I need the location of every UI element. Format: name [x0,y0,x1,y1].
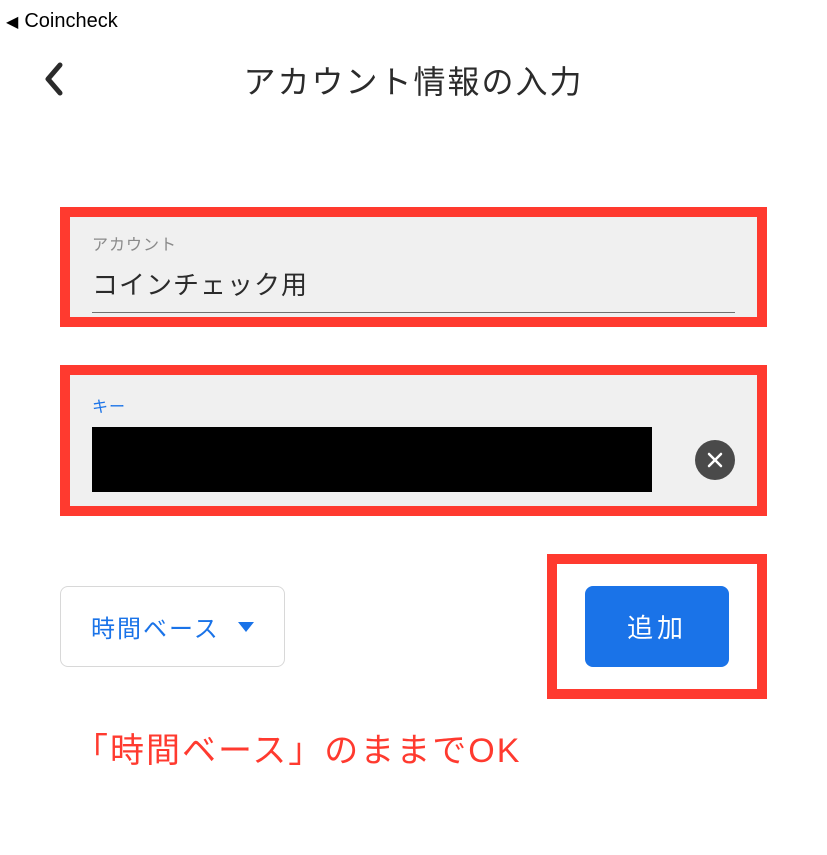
type-dropdown-label: 時間ベース [91,609,220,644]
close-icon [706,451,724,469]
key-field-highlight: キー [60,365,767,516]
account-field-highlight: アカウント コインチェック用 [60,207,767,327]
annotation-text: 「時間ベース」のままでOK [60,723,767,772]
clear-key-button[interactable] [695,440,735,480]
back-button[interactable] [42,61,64,102]
breadcrumb-label: Coincheck [24,10,117,33]
page-header: アカウント情報の入力 [0,43,827,117]
key-field-row [92,427,735,506]
breadcrumb[interactable]: ◀ Coincheck [0,0,827,43]
breadcrumb-back-icon: ◀ [6,12,18,32]
add-button-highlight: 追加 [547,554,767,699]
chevron-down-icon [238,622,254,632]
chevron-left-icon [42,61,64,97]
form-content: アカウント コインチェック用 キー 時間ベース 追加 「時間ベース」のままでOK [0,117,827,772]
account-field-input[interactable]: コインチェック用 [92,265,735,313]
key-field-input[interactable] [92,427,652,492]
actions-row: 時間ベース 追加 [60,554,767,699]
page-title: アカウント情報の入力 [40,57,787,103]
add-button[interactable]: 追加 [585,586,729,667]
account-field-label: アカウント [92,231,735,255]
key-field-label: キー [92,393,735,417]
type-dropdown[interactable]: 時間ベース [60,586,285,667]
